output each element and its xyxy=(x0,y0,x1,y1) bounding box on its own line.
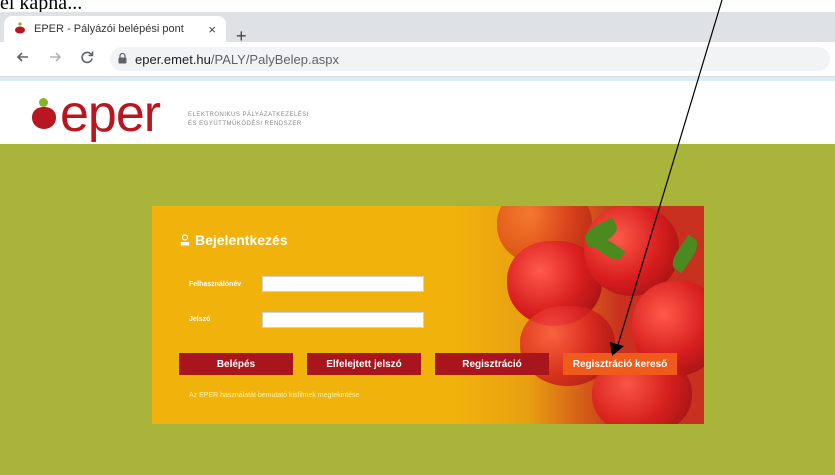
annotation-arrow-icon xyxy=(610,0,723,356)
